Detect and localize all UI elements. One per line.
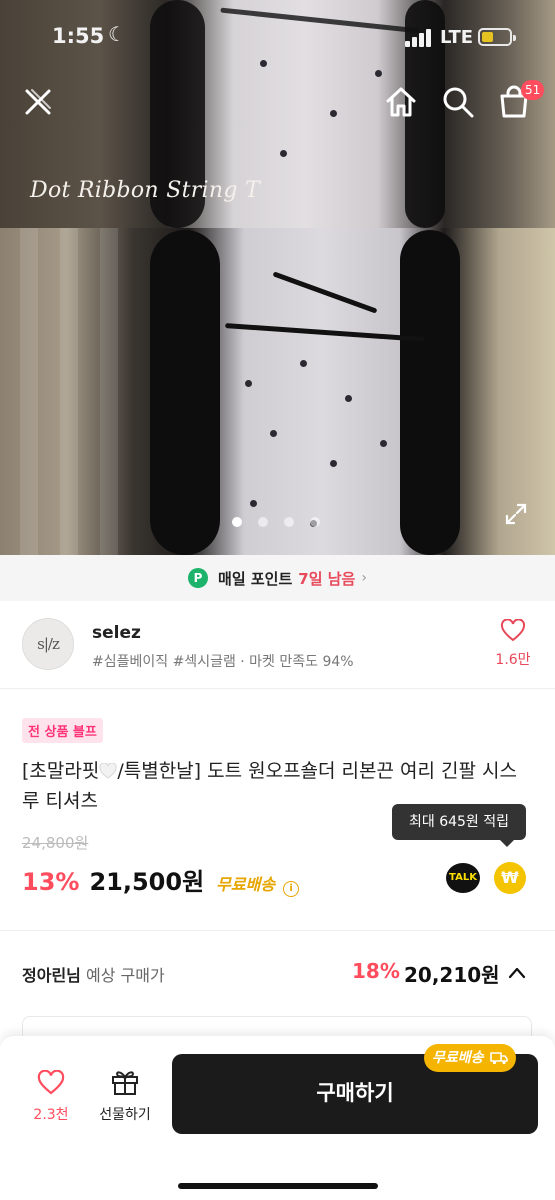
moon-icon: ☾	[108, 22, 126, 46]
price-row: 13% 21,500원 무료배송 i	[22, 862, 300, 897]
expected-price-row[interactable]: 정아린님 예상 구매가 18% 20,210원	[0, 940, 555, 1006]
product-title-part: [초말라핏	[22, 760, 100, 782]
status-time: 1:55	[52, 24, 105, 48]
chevron-right-icon: ›	[361, 570, 367, 586]
close-button[interactable]	[20, 84, 56, 120]
original-price: 24,800원	[22, 834, 89, 852]
discount-rate: 13%	[22, 868, 80, 896]
daily-points-banner[interactable]: P 매일 포인트 7일 남음 ›	[0, 555, 555, 601]
home-button[interactable]	[383, 84, 419, 120]
heart-outline-icon	[500, 618, 526, 642]
seller-avatar[interactable]: s|/z	[22, 618, 74, 670]
battery-icon	[478, 28, 516, 46]
cart-count-badge: 51	[521, 80, 545, 100]
gift-icon	[112, 1071, 138, 1095]
search-button[interactable]	[440, 84, 476, 120]
fabric-dot	[280, 150, 287, 157]
free-shipping-badge: 무료배송	[424, 1044, 516, 1072]
user-name: 정아린님	[22, 966, 81, 985]
carousel-dot[interactable]	[284, 517, 294, 527]
bottom-action-bar: 2.3천 선물하기 구매하기 무료배송	[0, 1036, 555, 1200]
reward-tooltip: 최대 645원 적립	[392, 804, 526, 847]
fabric-dot	[245, 380, 252, 387]
network-type: LTE	[440, 27, 474, 48]
expected-amount: 20,210원	[404, 963, 500, 987]
seller-tags: #심플베이직 #섹시글램 · 마켓 만족도 94%	[92, 654, 354, 670]
fabric-dot	[270, 430, 277, 437]
fabric-dot	[380, 440, 387, 447]
curtain-fold	[60, 228, 78, 555]
curtain-fold	[100, 228, 118, 555]
fabric-dot	[345, 395, 352, 402]
hair-shape	[150, 230, 220, 555]
chevron-up-icon[interactable]	[508, 964, 526, 982]
expected-price-text: 예상 구매가	[85, 966, 165, 985]
truck-icon	[489, 1052, 508, 1065]
carousel-dot[interactable]	[258, 517, 268, 527]
kakao-talk-button[interactable]: TALK	[446, 863, 480, 893]
carousel-indicator[interactable]	[232, 517, 320, 527]
gift-button[interactable]: 선물하기	[92, 1068, 158, 1124]
free-shipping-badge-label: 무료배송	[432, 1050, 484, 1066]
heart-outline-icon	[37, 1069, 65, 1095]
signal-icon	[405, 29, 433, 47]
carousel-dot[interactable]	[232, 517, 242, 527]
curtain-fold	[20, 228, 38, 555]
gift-label: 선물하기	[99, 1107, 151, 1123]
expected-price-label: 정아린님 예상 구매가	[22, 962, 165, 986]
status-bar: 1:55 ☾ LTE	[0, 0, 555, 76]
section-divider	[0, 930, 555, 931]
home-icon	[386, 87, 416, 117]
seller-section[interactable]: s|/z selez #심플베이직 #섹시글램 · 마켓 만족도 94% 1.6…	[0, 601, 555, 689]
pay-reward-button[interactable]: ₩	[494, 862, 526, 894]
fabric-dot	[250, 500, 257, 507]
fabric-dot	[330, 460, 337, 467]
seller-like-button[interactable]: 1.6만	[490, 618, 536, 669]
hero-caption: Dot Ribbon String T	[30, 178, 260, 203]
info-icon[interactable]: i	[283, 881, 300, 897]
expected-discount: 18%	[352, 959, 400, 983]
carousel-dot[interactable]	[310, 517, 320, 527]
product-page: Dot Ribbon String T 1:55 ☾ LTE 51 P 매일 포…	[0, 0, 555, 1200]
product-like-button[interactable]: 2.3천	[28, 1069, 74, 1124]
free-shipping-label: 무료배송	[216, 875, 276, 894]
fabric-dot	[330, 110, 337, 117]
seller-name[interactable]: selez	[92, 623, 141, 643]
product-like-count: 2.3천	[33, 1107, 69, 1123]
close-icon	[25, 89, 51, 115]
search-icon	[443, 87, 474, 118]
sale-price: 21,500원	[89, 868, 205, 896]
expand-icon	[505, 503, 527, 525]
sale-tag: 전 상품 블프	[22, 718, 103, 743]
points-text: 매일 포인트	[218, 569, 293, 588]
hair-shape	[400, 230, 460, 555]
points-days-left: 7일 남음	[298, 569, 356, 588]
white-heart-icon	[99, 763, 117, 779]
fabric-dot	[300, 360, 307, 367]
seller-like-count: 1.6만	[495, 652, 531, 668]
points-icon: P	[188, 568, 209, 588]
fullscreen-button[interactable]	[504, 502, 528, 526]
home-indicator[interactable]	[178, 1183, 378, 1189]
